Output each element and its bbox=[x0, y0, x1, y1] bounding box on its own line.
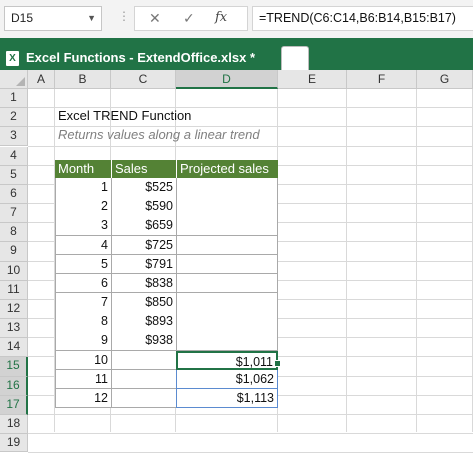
excel-file-icon: X bbox=[6, 51, 19, 66]
row-header-1[interactable]: 1 bbox=[0, 89, 28, 109]
projected-sales-cell[interactable] bbox=[176, 273, 278, 294]
month-cell[interactable]: 6 bbox=[55, 273, 111, 294]
row-header-19[interactable]: 19 bbox=[0, 434, 28, 453]
month-cell[interactable]: 12 bbox=[55, 388, 111, 409]
month-cell[interactable]: 10 bbox=[55, 350, 111, 371]
month-cell[interactable]: 8 bbox=[55, 312, 111, 332]
row-header-3[interactable]: 3 bbox=[0, 127, 28, 147]
workbook-tab-strip: X Excel Functions - ExtendOffice.xlsx * bbox=[0, 38, 473, 70]
month-cell[interactable]: 11 bbox=[55, 369, 111, 390]
row-header-6[interactable]: 6 bbox=[0, 184, 28, 204]
projected-sales-cell[interactable] bbox=[176, 331, 278, 351]
projected-sales-cell[interactable] bbox=[176, 235, 278, 255]
table-header-month[interactable]: Month bbox=[55, 160, 111, 178]
formula-input[interactable]: =TREND(C6:C14,B6:B14,B15:B17) bbox=[252, 6, 473, 31]
projected-sales-cell[interactable] bbox=[176, 254, 278, 275]
row-header-11[interactable]: 11 bbox=[0, 280, 28, 300]
sheet-title: Excel TREND Function bbox=[58, 108, 192, 123]
column-header-g[interactable]: G bbox=[417, 70, 473, 89]
column-header-d[interactable]: D bbox=[176, 70, 278, 89]
enter-icon[interactable]: ✓ bbox=[183, 10, 195, 27]
workbook-tab-label: Excel Functions - ExtendOffice.xlsx * bbox=[26, 50, 256, 65]
projected-sales-cell[interactable] bbox=[176, 312, 278, 332]
row-header-2[interactable]: 2 bbox=[0, 108, 28, 128]
sales-cell[interactable] bbox=[111, 350, 176, 371]
gridline bbox=[28, 433, 473, 435]
column-header-e[interactable]: E bbox=[278, 70, 347, 89]
projected-sales-cell[interactable] bbox=[176, 178, 278, 198]
column-header-b[interactable]: B bbox=[55, 70, 111, 89]
insert-function-icon[interactable]: fx bbox=[215, 10, 227, 25]
month-cell[interactable]: 3 bbox=[55, 216, 111, 236]
row-header-12[interactable]: 12 bbox=[0, 299, 28, 320]
row-header-5[interactable]: 5 bbox=[0, 165, 28, 185]
drag-handle-icon[interactable]: ⋮ bbox=[118, 9, 130, 23]
projected-sales-cell[interactable]: $1,011 bbox=[176, 350, 278, 371]
row-header-18[interactable]: 18 bbox=[0, 414, 28, 435]
table-header-sales[interactable]: Sales bbox=[111, 160, 176, 178]
column-header-a[interactable]: A bbox=[28, 70, 55, 89]
month-cell[interactable]: 9 bbox=[55, 331, 111, 351]
month-cell[interactable]: 2 bbox=[55, 197, 111, 217]
month-cell[interactable]: 4 bbox=[55, 235, 111, 255]
projected-sales-cell[interactable] bbox=[176, 197, 278, 217]
projected-sales-cell[interactable]: $1,062 bbox=[176, 369, 278, 390]
sales-cell[interactable]: $838 bbox=[111, 273, 176, 294]
select-all-corner[interactable] bbox=[0, 70, 28, 89]
row-header-10[interactable]: 10 bbox=[0, 261, 28, 281]
row-header-4[interactable]: 4 bbox=[0, 146, 28, 166]
sales-cell[interactable]: $659 bbox=[111, 216, 176, 236]
month-cell[interactable]: 5 bbox=[55, 254, 111, 275]
gridline bbox=[28, 145, 473, 147]
projected-sales-cell[interactable]: $1,113 bbox=[176, 388, 278, 409]
sheet-subtitle: Returns values along a linear trend bbox=[58, 127, 260, 142]
projected-sales-cell[interactable] bbox=[176, 216, 278, 236]
formula-bar: D15 ▼ ⋮ ✕ ✓ fx =TREND(C6:C14,B6:B14,B15:… bbox=[0, 0, 473, 38]
gridline bbox=[28, 413, 473, 415]
row-header-16[interactable]: 16 bbox=[0, 376, 28, 396]
row-header-8[interactable]: 8 bbox=[0, 223, 28, 243]
month-cell[interactable]: 7 bbox=[55, 293, 111, 313]
column-header-f[interactable]: F bbox=[347, 70, 417, 89]
table-header-projected-sales[interactable]: Projected sales bbox=[176, 160, 278, 178]
month-cell[interactable]: 1 bbox=[55, 178, 111, 198]
sales-cell[interactable] bbox=[111, 388, 176, 409]
sales-cell[interactable] bbox=[111, 369, 176, 390]
sales-cell[interactable]: $850 bbox=[111, 293, 176, 313]
name-box-value: D15 bbox=[11, 11, 34, 25]
cancel-icon[interactable]: ✕ bbox=[149, 10, 161, 27]
sales-cell[interactable]: $725 bbox=[111, 235, 176, 255]
chevron-down-icon[interactable]: ▼ bbox=[87, 7, 96, 30]
new-tab-button[interactable] bbox=[281, 46, 309, 70]
sales-cell[interactable]: $590 bbox=[111, 197, 176, 217]
name-box[interactable]: D15 ▼ bbox=[4, 6, 102, 31]
row-header-17[interactable]: 17 bbox=[0, 395, 28, 415]
row-header-15[interactable]: 15 bbox=[0, 357, 28, 377]
fill-handle[interactable] bbox=[274, 360, 281, 367]
row-header-13[interactable]: 13 bbox=[0, 319, 28, 339]
projected-sales-cell[interactable] bbox=[176, 293, 278, 313]
workbook-tab[interactable]: X Excel Functions - ExtendOffice.xlsx * bbox=[0, 48, 276, 70]
sales-cell[interactable]: $525 bbox=[111, 178, 176, 198]
formula-buttons: ✕ ✓ fx bbox=[134, 6, 248, 31]
row-header-7[interactable]: 7 bbox=[0, 204, 28, 224]
sales-cell[interactable]: $791 bbox=[111, 254, 176, 275]
sales-cell[interactable]: $893 bbox=[111, 312, 176, 332]
row-header-9[interactable]: 9 bbox=[0, 242, 28, 262]
column-header-c[interactable]: C bbox=[111, 70, 176, 89]
sales-cell[interactable]: $938 bbox=[111, 331, 176, 351]
row-header-14[interactable]: 14 bbox=[0, 338, 28, 358]
